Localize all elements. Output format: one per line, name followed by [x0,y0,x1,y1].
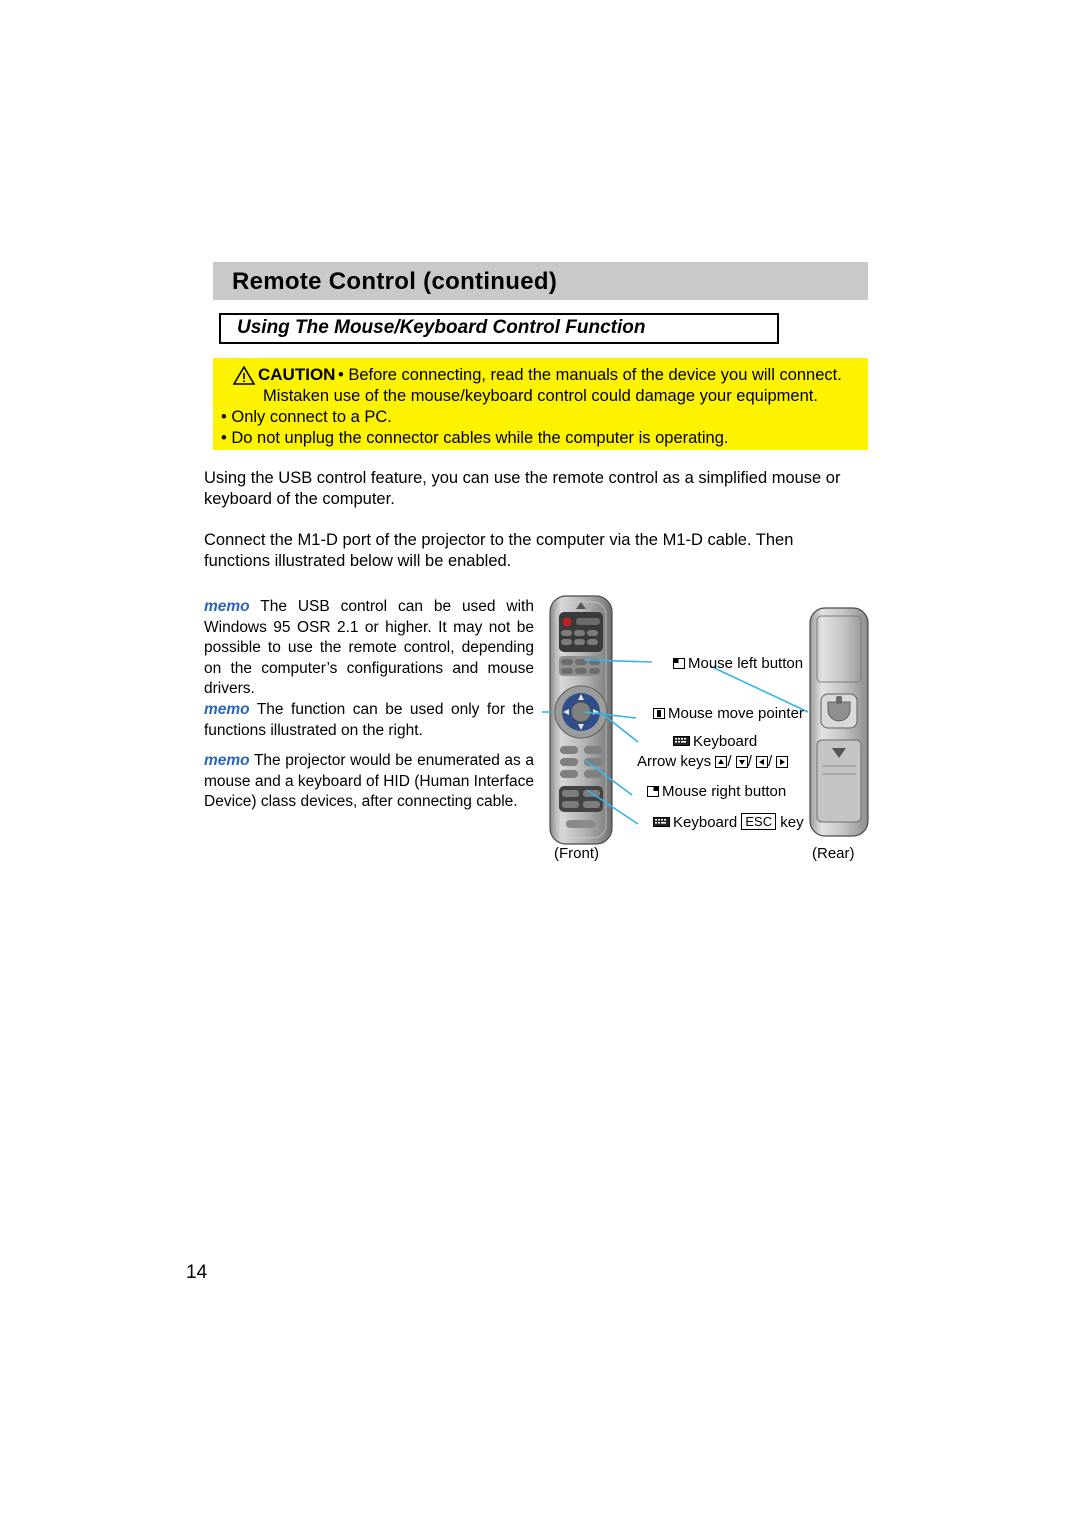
callout-arrow-keys: Arrow keys / / / [637,753,789,770]
esc-key-badge: ESC [741,813,777,830]
subheading-title: Using The Mouse/Keyboard Control Functio… [237,317,646,338]
callout-arrow-keys-label: Arrow keys [637,753,712,770]
callout-mouse-move-label: Mouse move pointer [668,705,804,722]
callout-keyboard-esc-prefix: Keyboard [673,814,738,831]
remote-rear-body [809,607,869,837]
memo-text-2: The function can be used only for the fu… [204,701,534,739]
callout-keyboard-esc-suffix: key [780,814,804,831]
remote-front-body [549,595,613,845]
keyboard-icon [673,733,690,746]
callout-mouse-right-button: Mouse right button [647,783,786,800]
memo-block-1: memo The USB control can be used with Wi… [204,597,534,700]
paragraph-usb-control: Using the USB control feature, you can u… [204,469,841,508]
caution-bullet-1: • Only connect to a PC. [221,408,392,426]
arrow-left-key-icon [756,755,769,768]
caution-line-2: Mistaken use of the mouse/keyboard contr… [263,387,818,405]
callout-mouse-left-button: Mouse left button [673,655,803,672]
memo-text-3: The projector would be enumerated as a m… [204,752,534,810]
warning-triangle-icon [233,366,255,385]
memo-label: memo [204,701,250,718]
mouse-right-button-icon [647,784,659,797]
callout-keyboard: Keyboard [673,733,757,750]
arrow-right-key-icon [776,755,789,768]
callout-keyboard-label: Keyboard [693,733,758,750]
label-front-view: (Front) [554,845,599,862]
page-number: 14 [186,1262,208,1283]
callout-keyboard-esc: Keyboard ESC key [653,813,804,831]
memo-label: memo [204,598,250,615]
arrow-sep-3: / [768,753,773,770]
arrow-up-key-icon [715,755,728,768]
memo-block-2: memo The function can be used only for t… [204,700,534,741]
callout-mouse-move-pointer: Mouse move pointer [653,705,804,722]
document-page: Remote Control (continued) Using The Mou… [0,0,1080,1528]
page-title: Remote Control (continued) [232,268,558,295]
mouse-move-icon [653,706,665,719]
memo-block-3: memo The projector would be enumerated a… [204,751,534,813]
callout-mouse-right-label: Mouse right button [662,783,787,800]
caution-bullet-2: • Do not unplug the connector cables whi… [221,429,729,447]
arrow-down-key-icon [735,755,748,768]
callout-mouse-left-label: Mouse left button [688,655,804,672]
paragraph-m1d-connection: Connect the M1-D port of the projector t… [204,531,794,570]
arrow-sep-2: / [747,753,752,770]
memo-label: memo [204,752,250,769]
mouse-button-icon [673,656,685,669]
keyboard-icon [653,814,670,827]
caution-line-1: • Before connecting, read the manuals of… [338,366,842,384]
label-rear-view: (Rear) [812,845,855,862]
memo-text-1: The USB control can be used with Windows… [204,598,534,697]
caution-label: CAUTION [258,365,336,384]
arrow-sep-1: / [727,753,732,770]
